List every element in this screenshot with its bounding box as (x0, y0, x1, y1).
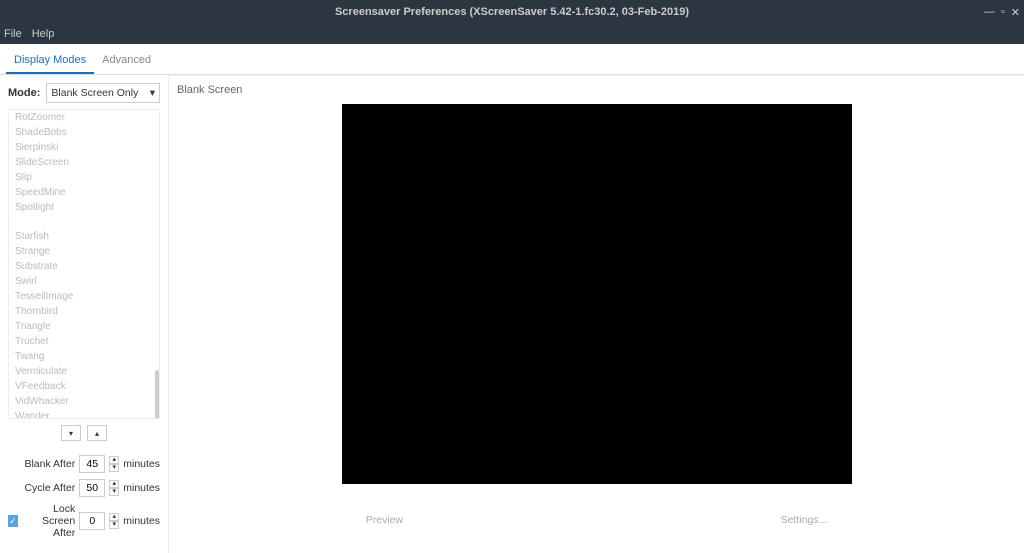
menu-file[interactable]: File (4, 28, 22, 40)
left-panel: Mode: Blank Screen Only ▾ RotZoomerShade… (0, 75, 168, 553)
list-item[interactable]: SlideScreen (9, 155, 159, 170)
preview-buttons: Preview Settings... (177, 514, 1016, 526)
cycle-after-input[interactable] (79, 479, 105, 497)
chevron-down-icon: ▾ (150, 87, 155, 99)
list-item[interactable]: TessellImage (9, 289, 159, 304)
blank-after-input[interactable] (79, 455, 105, 473)
timing-settings: Blank After ▴▾ minutes Cycle After ▴▾ mi… (8, 455, 160, 545)
content: Mode: Blank Screen Only ▾ RotZoomerShade… (0, 75, 1024, 553)
list-item[interactable]: SpeedMine (9, 185, 159, 200)
screensaver-list[interactable]: RotZoomerShadeBobsSierpinskiSlideScreenS… (8, 109, 160, 419)
list-item[interactable]: Starfish (9, 229, 159, 244)
window-controls: — ▫ ✕ (984, 6, 1020, 19)
menu-help[interactable]: Help (32, 28, 55, 40)
lock-checkbox[interactable]: ✓ (8, 515, 18, 527)
unit-label: minutes (123, 515, 160, 527)
list-item[interactable]: Vermiculate (9, 364, 159, 379)
scrollbar-thumb[interactable] (155, 370, 159, 419)
reorder-buttons: ▾ ▴ (8, 425, 160, 441)
list-item[interactable]: RotZoomer (9, 110, 159, 125)
tabs: Display Modes Advanced (0, 48, 1024, 75)
preview-title: Blank Screen (177, 84, 1016, 96)
maximize-icon[interactable]: ▫ (1001, 6, 1005, 19)
cycle-after-row: Cycle After ▴▾ minutes (8, 479, 160, 497)
cycle-after-spinner[interactable]: ▴▾ (109, 480, 119, 496)
list-item[interactable]: Triangle (9, 319, 159, 334)
list-item[interactable]: ShadeBobs (9, 125, 159, 140)
list-item[interactable]: VidWhacker (9, 394, 159, 409)
cycle-after-label: Cycle After (8, 482, 75, 494)
list-item[interactable]: Sierpinski (9, 140, 159, 155)
list-item[interactable]: Slip (9, 170, 159, 185)
lock-after-label: Lock Screen After (22, 503, 76, 539)
list-item[interactable] (9, 215, 159, 229)
unit-label: minutes (123, 458, 160, 470)
list-item[interactable]: Twang (9, 349, 159, 364)
settings-button[interactable]: Settings... (781, 514, 828, 526)
list-item[interactable]: Substrate (9, 259, 159, 274)
list-item[interactable]: Wander (9, 409, 159, 419)
list-item[interactable]: VFeedback (9, 379, 159, 394)
preview-area (342, 104, 852, 484)
blank-after-label: Blank After (8, 458, 75, 470)
menubar: File Help (0, 24, 1024, 44)
window-title: Screensaver Preferences (XScreenSaver 5.… (335, 6, 689, 18)
blank-after-row: Blank After ▴▾ minutes (8, 455, 160, 473)
list-item[interactable]: Swirl (9, 274, 159, 289)
close-icon[interactable]: ✕ (1011, 6, 1020, 19)
mode-select[interactable]: Blank Screen Only ▾ (46, 83, 160, 103)
mode-value: Blank Screen Only (51, 87, 138, 99)
mode-row: Mode: Blank Screen Only ▾ (8, 83, 160, 103)
lock-after-row: ✓ Lock Screen After ▴▾ minutes (8, 503, 160, 539)
right-panel: Blank Screen Preview Settings... (168, 75, 1024, 553)
move-down-button[interactable]: ▾ (61, 425, 81, 441)
titlebar: Screensaver Preferences (XScreenSaver 5.… (0, 0, 1024, 24)
list-item[interactable]: Truchet (9, 334, 159, 349)
lock-after-input[interactable] (79, 512, 105, 530)
list-item[interactable]: Strange (9, 244, 159, 259)
list-item[interactable]: Spotlight (9, 200, 159, 215)
move-up-button[interactable]: ▴ (87, 425, 107, 441)
mode-label: Mode: (8, 87, 40, 99)
preview-button[interactable]: Preview (366, 514, 403, 526)
blank-after-spinner[interactable]: ▴▾ (109, 456, 119, 472)
lock-after-spinner[interactable]: ▴▾ (109, 513, 119, 529)
minimize-icon[interactable]: — (984, 6, 995, 19)
list-item[interactable]: Thornbird (9, 304, 159, 319)
tab-advanced[interactable]: Advanced (94, 48, 159, 74)
tab-display-modes[interactable]: Display Modes (6, 48, 94, 74)
unit-label: minutes (123, 482, 160, 494)
